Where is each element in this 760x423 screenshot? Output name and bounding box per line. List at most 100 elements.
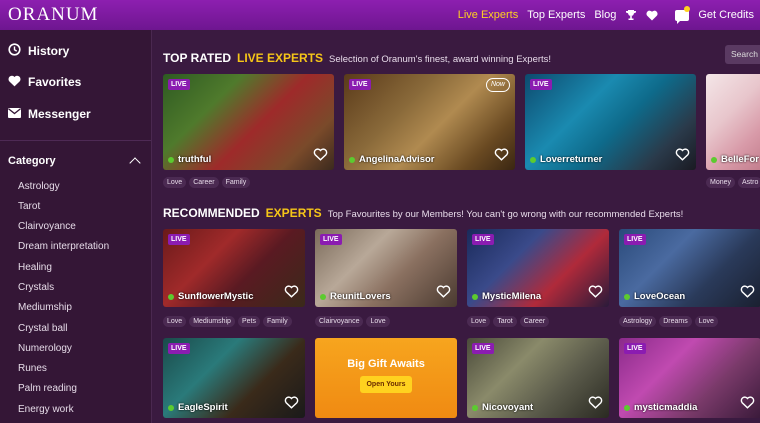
expert-name-row: AngelinaAdvisor xyxy=(349,154,435,165)
online-status-icon xyxy=(320,293,326,300)
tag[interactable]: Love xyxy=(163,316,187,327)
top-bar: ORANUM Live Experts Top Experts Blog Get… xyxy=(0,0,760,30)
favorite-heart-icon[interactable] xyxy=(494,148,509,166)
tag[interactable]: Tarot xyxy=(493,316,517,327)
tag[interactable]: Love xyxy=(163,177,187,188)
sidebar-item-history[interactable]: History xyxy=(0,35,151,67)
now-badge: Now xyxy=(486,78,510,92)
expert-name: truthful xyxy=(178,154,212,165)
nav-live-experts[interactable]: Live Experts xyxy=(458,9,519,21)
tag[interactable]: Clairvoyance xyxy=(315,316,364,327)
expert-name: ReunitLovers xyxy=(330,291,391,302)
category-header[interactable]: Category xyxy=(0,141,151,169)
category-energy-work[interactable]: Energy work xyxy=(0,400,151,420)
category-dream-interpretation[interactable]: Dream interpretation xyxy=(0,237,151,257)
expert-name: mysticmaddia xyxy=(634,402,698,413)
tag[interactable]: Pets xyxy=(237,316,260,327)
nav-blog[interactable]: Blog xyxy=(594,9,616,21)
tag[interactable]: Dreams xyxy=(659,316,692,327)
favorite-heart-icon[interactable] xyxy=(740,285,755,303)
favorite-heart-icon[interactable] xyxy=(740,396,755,414)
tag[interactable]: Family xyxy=(221,177,251,188)
favorites-heart-icon[interactable] xyxy=(646,10,658,21)
live-badge: LIVE xyxy=(624,234,646,245)
expert-card-mysticmaddia[interactable]: LIVE mysticmaddia xyxy=(619,338,760,418)
section-title-accent: EXPERTS xyxy=(265,206,322,220)
trophy-icon[interactable] xyxy=(625,9,637,21)
favorite-heart-icon[interactable] xyxy=(313,148,328,166)
expert-tags: Love Career Family xyxy=(163,177,251,188)
expert-tags: Clairvoyance Love xyxy=(315,316,390,327)
tag[interactable]: Mediumship xyxy=(189,316,235,327)
category-healing[interactable]: Healing xyxy=(0,258,151,278)
expert-card-eaglespirit[interactable]: LIVE EagleSpirit xyxy=(163,338,305,418)
expert-name-row: truthful xyxy=(168,154,211,165)
gift-promo-banner[interactable]: Big Gift Awaits Open Yours xyxy=(315,338,457,418)
category-astrology[interactable]: Astrology xyxy=(0,177,151,197)
open-gift-button[interactable]: Open Yours xyxy=(360,376,412,393)
chevron-up-icon[interactable] xyxy=(129,156,141,169)
expert-name-row: SunflowerMystic xyxy=(168,291,254,302)
section-title: TOP RATED xyxy=(163,51,232,65)
expert-name: BelleFor xyxy=(721,154,760,165)
favorite-heart-icon[interactable] xyxy=(284,396,299,414)
favorite-heart-icon[interactable] xyxy=(436,285,451,303)
expert-name: EagleSpirit xyxy=(178,402,228,413)
expert-card-bellefor[interactable]: BelleFor xyxy=(706,74,760,170)
favorite-heart-icon[interactable] xyxy=(588,396,603,414)
expert-card-angelinaadvisor[interactable]: LIVE Now AngelinaAdvisor xyxy=(344,74,515,170)
category-mediumship[interactable]: Mediumship xyxy=(0,298,151,318)
category-heading: Category xyxy=(8,154,56,167)
messages-icon[interactable] xyxy=(675,5,691,24)
online-status-icon xyxy=(349,156,355,163)
live-badge: LIVE xyxy=(530,79,552,90)
tag[interactable]: Love xyxy=(467,316,491,327)
category-tarot[interactable]: Tarot xyxy=(0,197,151,217)
expert-card-mysticmilena[interactable]: LIVE MysticMilena xyxy=(467,229,609,307)
online-status-icon xyxy=(624,293,630,300)
category-crystal-ball[interactable]: Crystal ball xyxy=(0,319,151,339)
expert-card-reunitlovers[interactable]: LIVE ReunitLovers xyxy=(315,229,457,307)
online-status-icon xyxy=(472,404,478,411)
search-button[interactable]: Search f xyxy=(725,45,760,64)
category-numerology[interactable]: Numerology xyxy=(0,339,151,359)
category-clairvoyance[interactable]: Clairvoyance xyxy=(0,217,151,237)
expert-name-row: MysticMilena xyxy=(472,291,541,302)
category-crystals[interactable]: Crystals xyxy=(0,278,151,298)
live-badge: LIVE xyxy=(349,79,371,90)
category-palm-reading[interactable]: Palm reading xyxy=(0,379,151,399)
tag[interactable]: Love xyxy=(694,316,718,327)
online-status-icon xyxy=(530,156,536,163)
favorite-heart-icon[interactable] xyxy=(588,285,603,303)
favorite-heart-icon[interactable] xyxy=(675,148,690,166)
tag[interactable]: Family xyxy=(262,316,292,327)
expert-card-truthful[interactable]: LIVE truthful xyxy=(163,74,334,170)
expert-card-sunflowermystic[interactable]: LIVE SunflowerMystic xyxy=(163,229,305,307)
favorite-heart-icon[interactable] xyxy=(284,285,299,303)
sidebar-item-favorites[interactable]: Favorites xyxy=(0,67,151,99)
expert-card-loveocean[interactable]: LIVE LoveOcean xyxy=(619,229,760,307)
recommended-heading: RECOMMENDED EXPERTS Top Favourites by ou… xyxy=(163,206,683,220)
live-badge: LIVE xyxy=(168,234,190,245)
live-badge: LIVE xyxy=(472,343,494,354)
sidebar-item-messenger[interactable]: Messenger xyxy=(0,98,151,130)
expert-name-row: Nicovoyant xyxy=(472,402,533,413)
category-runes[interactable]: Runes xyxy=(0,359,151,379)
expert-card-nicovoyant[interactable]: LIVE Nicovoyant xyxy=(467,338,609,418)
section-subtitle: Selection of Oranum's finest, award winn… xyxy=(329,54,552,65)
tag[interactable]: Career xyxy=(519,316,550,327)
tag[interactable]: Love xyxy=(366,316,390,327)
online-status-icon xyxy=(168,404,174,411)
tag[interactable]: Astro xyxy=(738,177,760,188)
nav-top-experts[interactable]: Top Experts xyxy=(527,9,585,21)
tag[interactable]: Money xyxy=(706,177,736,188)
gift-title: Big Gift Awaits xyxy=(347,358,425,370)
oranum-logo[interactable]: ORANUM xyxy=(8,4,98,26)
tag[interactable]: Astrology xyxy=(619,316,657,327)
get-credits-link[interactable]: Get Credits xyxy=(698,9,754,21)
expert-tags: Astrology Dreams Love xyxy=(619,316,718,327)
tag[interactable]: Career xyxy=(189,177,219,188)
live-badge: LIVE xyxy=(624,343,646,354)
expert-card-loverreturner[interactable]: LIVE Loverreturner xyxy=(525,74,696,170)
expert-name-row: ReunitLovers xyxy=(320,291,391,302)
